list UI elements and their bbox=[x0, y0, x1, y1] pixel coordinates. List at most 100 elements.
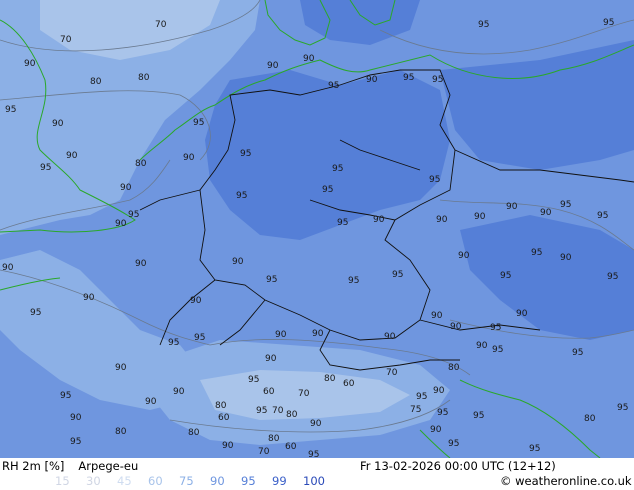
contour-label: 95 bbox=[322, 185, 333, 195]
contour-label: 70 bbox=[155, 20, 167, 30]
contour-label: 95 bbox=[128, 210, 139, 220]
contour-label: 70 bbox=[298, 389, 310, 399]
contour-label: 95 bbox=[529, 444, 540, 454]
contour-label: 90 bbox=[303, 54, 315, 64]
contour-label: 90 bbox=[232, 257, 244, 267]
contour-label: 90 bbox=[310, 419, 322, 429]
contour-label: 95 bbox=[572, 348, 583, 358]
contour-label: 95 bbox=[348, 276, 359, 286]
contour-label: 70 bbox=[272, 406, 284, 416]
contour-label: 90 bbox=[183, 153, 195, 163]
contour-label: 95 bbox=[597, 211, 608, 221]
contour-label: 95 bbox=[603, 18, 614, 28]
contour-label: 80 bbox=[324, 374, 336, 384]
contour-label: 90 bbox=[516, 309, 528, 319]
contour-label: 90 bbox=[24, 59, 36, 69]
contour-label: 95 bbox=[168, 338, 179, 348]
contour-label: 70 bbox=[386, 368, 398, 378]
contour-label: 70 bbox=[258, 447, 270, 457]
contour-label: 75 bbox=[410, 405, 421, 415]
contour-label: 95 bbox=[437, 408, 448, 418]
contour-label: 95 bbox=[416, 392, 427, 402]
valid-time-label: Fr 13-02-2026 00:00 UTC (12+12) bbox=[360, 459, 556, 473]
contour-label: 90 bbox=[120, 183, 132, 193]
contour-label: 95 bbox=[500, 271, 511, 281]
contour-label: 90 bbox=[431, 311, 443, 321]
contour-label: 90 bbox=[430, 425, 442, 435]
contour-label: 95 bbox=[240, 149, 251, 159]
contour-label: 95 bbox=[332, 164, 343, 174]
contour-label: 80 bbox=[448, 363, 460, 373]
contour-label: 80 bbox=[135, 159, 147, 169]
contour-label: 95 bbox=[30, 308, 41, 318]
contour-label: 95 bbox=[432, 75, 443, 85]
contour-label: 90 bbox=[115, 219, 127, 229]
weather-map: 70 70 80 80 90 95 90 90 95 80 90 90 95 9… bbox=[0, 0, 634, 458]
color-legend: 15 30 45 60 75 90 95 99 100 bbox=[55, 474, 334, 488]
humidity-map-canvas: 70 70 80 80 90 95 90 90 95 80 90 90 95 9… bbox=[0, 0, 634, 458]
contour-label: 90 bbox=[275, 330, 287, 340]
contour-label: 80 bbox=[90, 77, 102, 87]
contour-label: 95 bbox=[478, 20, 489, 30]
contour-label: 90 bbox=[52, 119, 64, 129]
legend-value: 15 bbox=[55, 474, 70, 488]
legend-value: 100 bbox=[303, 474, 325, 488]
contour-label: 90 bbox=[145, 397, 157, 407]
legend-value: 45 bbox=[117, 474, 132, 488]
contour-label: 95 bbox=[531, 248, 542, 258]
contour-label: 90 bbox=[476, 341, 488, 351]
contour-label: 95 bbox=[392, 270, 403, 280]
contour-label: 90 bbox=[66, 151, 78, 161]
variable-label: RH 2m [%] bbox=[2, 459, 65, 473]
contour-label: 90 bbox=[373, 215, 385, 225]
contour-label: 95 bbox=[448, 439, 459, 449]
contour-label: 95 bbox=[194, 333, 205, 343]
contour-label: 90 bbox=[540, 208, 552, 218]
contour-label: 80 bbox=[188, 428, 200, 438]
contour-label: 95 bbox=[473, 411, 484, 421]
contour-label: 95 bbox=[617, 403, 628, 413]
contour-label: 95 bbox=[337, 218, 348, 228]
contour-label: 90 bbox=[173, 387, 185, 397]
contour-label: 95 bbox=[193, 118, 204, 128]
contour-label: 95 bbox=[429, 175, 440, 185]
contour-label: 90 bbox=[70, 413, 82, 423]
contour-label: 95 bbox=[256, 406, 267, 416]
contour-label: 80 bbox=[215, 401, 227, 411]
legend-value: 60 bbox=[148, 474, 163, 488]
contour-label: 90 bbox=[458, 251, 470, 261]
contour-label: 80 bbox=[584, 414, 596, 424]
contour-label: 95 bbox=[490, 323, 501, 333]
contour-label: 95 bbox=[60, 391, 71, 401]
contour-label: 95 bbox=[560, 200, 571, 210]
contour-label: 90 bbox=[115, 363, 127, 373]
contour-label: 90 bbox=[450, 322, 462, 332]
contour-label: 80 bbox=[115, 427, 127, 437]
contour-label: 95 bbox=[607, 272, 618, 282]
contour-label: 80 bbox=[138, 73, 150, 83]
contour-label: 95 bbox=[403, 73, 414, 83]
contour-label: 70 bbox=[60, 35, 72, 45]
map-variable-model: RH 2m [%] Arpege-eu bbox=[2, 459, 138, 473]
legend-value: 75 bbox=[179, 474, 194, 488]
contour-label: 90 bbox=[2, 263, 14, 273]
contour-label: 90 bbox=[267, 61, 279, 71]
contour-label: 90 bbox=[506, 202, 518, 212]
contour-label: 95 bbox=[70, 437, 81, 447]
contour-label: 90 bbox=[312, 329, 324, 339]
map-footer: RH 2m [%] Arpege-eu Fr 13-02-2026 00:00 U… bbox=[0, 458, 634, 490]
contour-label: 95 bbox=[248, 375, 259, 385]
legend-value: 99 bbox=[272, 474, 287, 488]
legend-value: 95 bbox=[241, 474, 256, 488]
contour-label: 90 bbox=[433, 386, 445, 396]
contour-label: 90 bbox=[265, 354, 277, 364]
contour-label: 80 bbox=[286, 410, 298, 420]
contour-label: 90 bbox=[474, 212, 486, 222]
contour-label: 95 bbox=[40, 163, 51, 173]
legend-value: 30 bbox=[86, 474, 101, 488]
contour-label: 60 bbox=[263, 387, 275, 397]
contour-label: 95 bbox=[492, 345, 503, 355]
contour-label: 60 bbox=[285, 442, 297, 452]
contour-label: 90 bbox=[366, 75, 378, 85]
contour-label: 90 bbox=[384, 332, 396, 342]
